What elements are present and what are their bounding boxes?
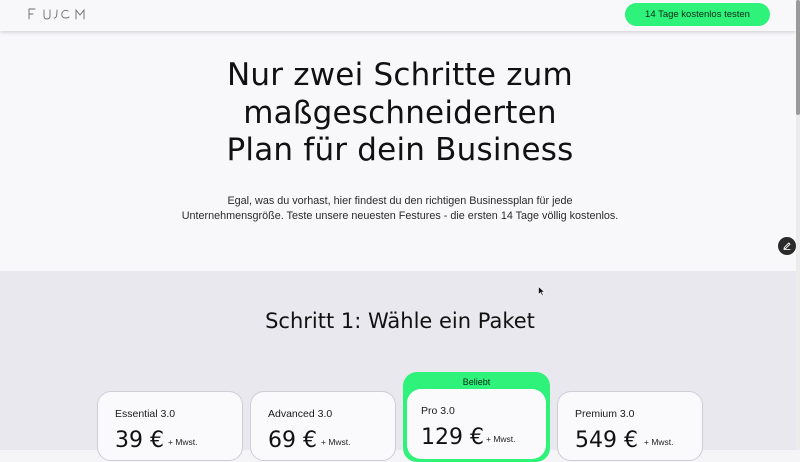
edit-button[interactable] xyxy=(778,237,796,255)
scrollbar-thumb[interactable] xyxy=(796,0,800,115)
page-title: Nur zwei Schritte zum maßgeschneiderten … xyxy=(0,57,800,170)
plan-name: Pro 3.0 xyxy=(421,405,455,417)
top-navigation-bar: 14 Tage kostenlos testen xyxy=(0,0,796,31)
plan-price: 129 € xyxy=(421,425,484,450)
plan-name: Premium 3.0 xyxy=(575,408,635,420)
page-scrollbar[interactable] xyxy=(796,0,800,450)
plan-price: 69 € xyxy=(268,428,317,453)
page-subtitle-line: Egal, was du vorhast, hier findest du de… xyxy=(227,195,573,207)
plan-card-pro[interactable]: Pro 3.0 129 € + Mwst. xyxy=(407,389,546,459)
plan-tax-note: + Mwst. xyxy=(168,437,198,447)
hero-section: Nur zwei Schritte zum maßgeschneiderten … xyxy=(0,31,796,271)
pencil-icon xyxy=(783,242,791,250)
plan-tax-note: + Mwst. xyxy=(321,437,351,447)
page-subtitle: Egal, was du vorhast, hier findest du de… xyxy=(0,194,800,224)
plan-card-essential[interactable]: Essential 3.0 39 € + Mwst. xyxy=(97,391,243,461)
page-title-line: Nur zwei Schritte zum xyxy=(227,57,573,93)
plan-price: 39 € xyxy=(115,428,164,453)
page-subtitle-line: Unternehmensgröße. Teste unsere neuesten… xyxy=(181,210,619,222)
page-title-line: maßgeschneiderten xyxy=(243,94,557,131)
brand-logo[interactable] xyxy=(26,6,90,22)
plan-tax-note: + Mwst. xyxy=(644,437,674,447)
mouse-cursor-icon xyxy=(538,286,546,297)
plan-name: Advanced 3.0 xyxy=(268,408,333,420)
popular-badge: Beliebt xyxy=(462,377,491,387)
plan-tax-note: + Mwst. xyxy=(486,434,516,444)
brand-logo-mark xyxy=(28,8,85,20)
step-title: Schritt 1: Wähle ein Paket xyxy=(265,309,535,333)
plan-card-premium[interactable]: Premium 3.0 549 € + Mwst. xyxy=(557,391,703,461)
plan-price: 549 € xyxy=(575,428,638,453)
free-trial-button[interactable]: 14 Tage kostenlos testen xyxy=(625,3,770,26)
plan-card-advanced[interactable]: Advanced 3.0 69 € + Mwst. xyxy=(250,391,396,461)
plan-name: Essential 3.0 xyxy=(115,408,176,420)
page-title-line: Plan für dein Business xyxy=(226,132,574,168)
